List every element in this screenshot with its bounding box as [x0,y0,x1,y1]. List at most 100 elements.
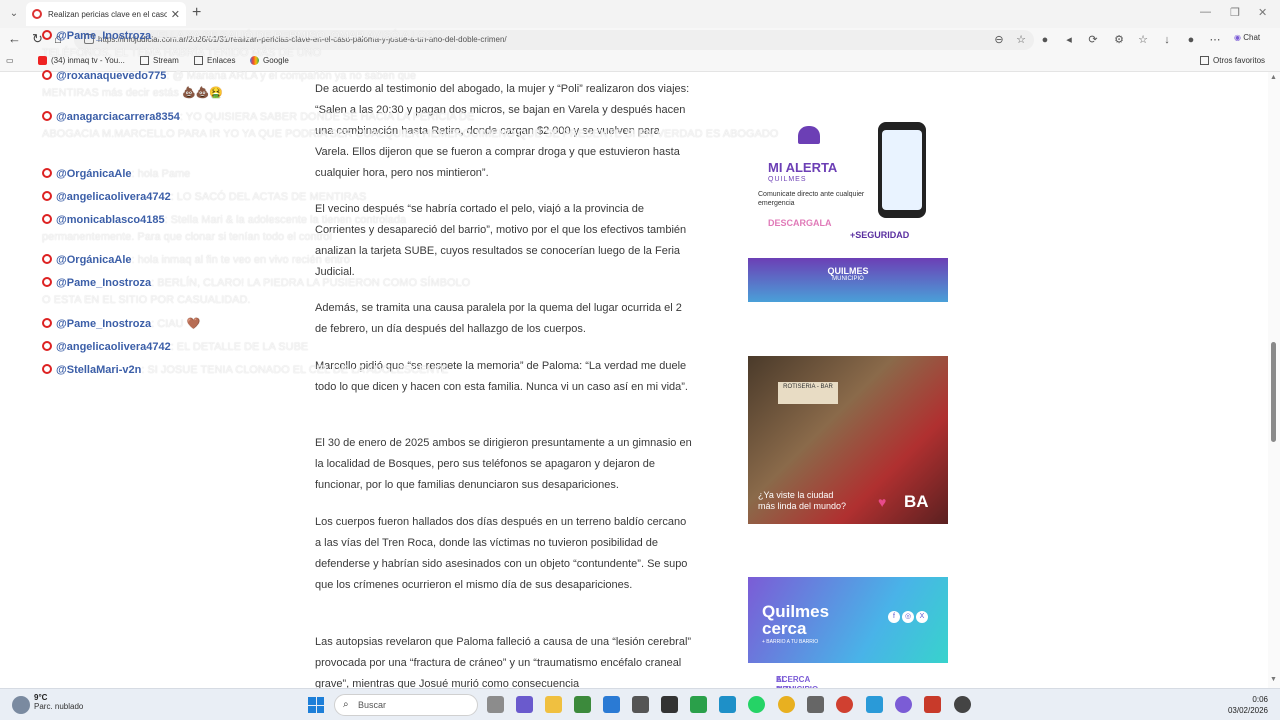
minimize-icon[interactable]: — [1200,6,1211,18]
tab-strip: ⌄ Realizan pericias clave en el caso P ✕… [0,0,1280,28]
scroll-down-icon[interactable]: ▼ [1270,676,1277,683]
ad-brand: Quilmes cerca [762,602,830,638]
search-icon: ⌕ [343,699,349,710]
article-paragraph: Los cuerpos fueron hallados dos días des… [315,516,688,591]
scroll-up-icon[interactable]: ▲ [1270,74,1277,81]
ad-sub: QUILMES [768,176,807,183]
instagram-icon: ◎ [902,611,914,623]
chat-message: @Pame_Inostroza: BERLÍN, CLARO! LA PIEDR… [42,277,471,306]
translate-icon[interactable]: ⊖ [992,33,1006,47]
clock-time: 0:06 [1252,695,1268,704]
tab-close-icon[interactable]: ✕ [171,8,180,21]
other-favorites-folder[interactable]: Otros favoritos [1200,56,1265,65]
app-icon[interactable] [895,696,912,713]
tab-list-dropdown-icon[interactable]: ⌄ [6,6,22,22]
powerpoint-icon[interactable] [924,696,941,713]
system-clock[interactable]: 0:06 03/02/2026 [1218,694,1268,716]
ad-bottom: EL MUNICIPIO DE QUILMES SEACERCA A TU CA… [748,663,948,688]
chat-message: @OrgánicaAle: hola Pame [42,166,502,183]
ad-mi-alerta[interactable]: MI ALERTA QUILMES Comunicate directo ant… [748,102,948,302]
calculator-icon[interactable] [574,696,591,713]
ad-footer: QUILMES MUNICIPIO [827,266,869,282]
tab-title: Realizan pericias clave en el caso P [48,9,167,19]
youtube-icon [42,277,52,287]
extensions-icon[interactable]: ⚙ [1112,33,1126,47]
scrollbar-thumb[interactable] [1271,342,1276,442]
youtube-icon [42,168,52,178]
chrome-icon[interactable] [836,696,853,713]
article-paragraph: El 30 de enero de 2025 ambos se dirigier… [315,437,692,491]
ad-tagline: ¿Ya viste la ciudad más linda del mundo? [758,490,847,511]
start-button[interactable] [308,697,324,713]
taskbar: 9°C Parc. nublado ⌕ Buscar 0:06 03/02/20… [0,688,1280,720]
telegram-icon[interactable] [866,696,883,713]
chat-overlay: @Pame_Inostroza: ELLA YA SE SALIÓ DE PER… [0,28,779,388]
taskbar-search[interactable]: ⌕ Buscar [334,694,478,716]
ad-description: Comunicate directo ante cualquier emerge… [758,191,865,207]
weather-cloud-icon [12,696,30,714]
close-window-icon[interactable]: ✕ [1258,6,1267,19]
ad-quilmes-cerca[interactable]: Quilmes cerca + BARRIO A TU BARRIO f ◎ X … [748,577,948,688]
task-view-icon[interactable] [487,696,504,713]
youtube-favicon-icon [32,9,42,19]
ad-security: +SEGURIDAD [850,230,910,240]
folder-icon [1200,56,1209,65]
tab-active[interactable]: Realizan pericias clave en el caso P ✕ [26,2,186,26]
app-icon[interactable] [807,696,824,713]
youtube-icon [42,70,52,80]
x-icon: X [916,611,928,623]
favorites-icon[interactable]: ☆ [1136,33,1150,47]
edge-icon[interactable] [719,696,736,713]
chat-message: @angelicaolivera4742: EL DETALLE DE LA S… [42,339,502,356]
youtube-icon [42,254,52,264]
audio-icon[interactable]: ◂ [1062,33,1076,47]
heart-icon: ♥ [878,494,887,510]
article-paragraph: Las autopsias revelaron que Paloma falle… [315,636,692,688]
youtube-icon [42,364,52,374]
youtube-icon [42,341,52,351]
ad-buenos-aires[interactable]: ROTISERIA - BAR ¿Ya viste la ciudad más l… [748,356,948,524]
chat-message: @anagarciacarrera8354: YO QUISIERA SABER… [42,111,779,140]
search-placeholder: Buscar [358,700,387,710]
file-explorer-icon[interactable] [545,696,562,713]
facebook-icon: f [888,611,900,623]
outlook-icon[interactable] [603,696,620,713]
copilot-chat-button[interactable]: ◉ Chat [1234,33,1260,42]
weather-widget[interactable]: 9°C Parc. nublado [12,693,83,714]
chrome-icon[interactable] [778,696,795,713]
ad-sub: + BARRIO A TU BARRIO [762,639,819,645]
phone-image [878,122,926,218]
app-icon[interactable] [661,696,678,713]
teams-icon[interactable] [516,696,533,713]
alert-bell-icon [798,126,820,144]
settings-icon[interactable] [632,696,649,713]
chat-message: @Pame_Inostroza: ELLA YA SE SALIÓ DE PER… [42,30,434,59]
whatsapp-icon[interactable] [748,696,765,713]
temperature: 9°C [34,693,48,702]
youtube-icon [42,111,52,121]
youtube-icon [42,318,52,328]
camtasia-icon[interactable] [690,696,707,713]
chat-label: Chat [1243,33,1261,42]
extension-blue-icon[interactable]: ● [1038,33,1052,47]
chat-message: @Pame_Inostroza: CIAU 🤎 [42,316,502,333]
new-tab-icon[interactable]: + [192,4,201,22]
download-icon[interactable]: ↓ [1160,33,1174,47]
youtube-icon [42,30,52,40]
clock-date: 03/02/2026 [1227,706,1268,715]
favorite-star-icon[interactable]: ☆ [1014,33,1028,47]
youtube-icon [42,214,52,224]
more-options-icon[interactable]: ⋯ [1208,33,1222,47]
media-player-icon[interactable] [954,696,971,713]
refresh-page-icon[interactable]: ⟳ [1086,33,1100,47]
ad-brand: MI ALERTA [768,160,838,175]
weather-description: Parc. nublado [34,702,84,711]
ba-logo: BA [904,492,929,511]
profile-avatar-icon[interactable]: ● [1184,33,1198,47]
maximize-icon[interactable]: ❐ [1230,6,1240,19]
chat-message: @roxanaquevedo775: @ Mariana ARLA y el c… [42,70,417,99]
ad-download: DESCARGALA [768,218,832,228]
chat-message: @angelicaolivera4742: LO SACÓ DEL ACTAS … [42,189,502,206]
page-scrollbar[interactable]: ▲ ▼ [1268,72,1280,688]
chat-message: @OrgánicaAle: hola inmaq al fin te veo e… [42,252,502,269]
